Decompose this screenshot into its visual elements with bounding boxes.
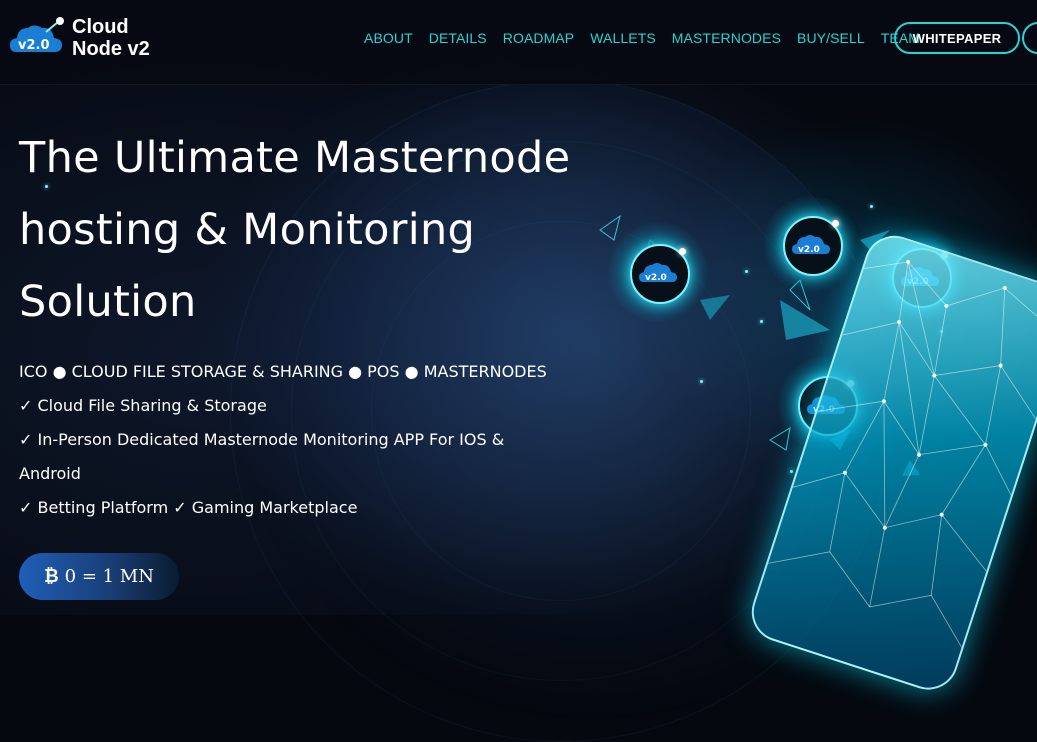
cloud-node-badge: v2.0 [608,222,708,322]
brand-line-1: Cloud [72,16,129,38]
svg-text:v2.0: v2.0 [798,245,820,255]
feature-item: ✓ Cloud File Sharing & Storage [19,396,267,415]
hero-title-line-3: Solution [19,277,197,327]
cloud-logo-icon[interactable]: v2.0 [8,14,68,62]
brand-line-2: Node v2 [72,38,150,60]
top-navbar: v2.0 Cloud Node v2 ABOUT DETAILS ROADMAP… [0,0,1037,85]
hero-title-line-1: The Ultimate Masternode [19,133,571,183]
whitepaper-button[interactable]: WHITEPAPER [894,22,1020,54]
brand-name[interactable]: Cloud Node v2 [72,16,150,60]
nav-wallets[interactable]: WALLETS [590,30,656,46]
hero-title: The Ultimate Masternode hosting & Monito… [19,122,579,338]
price-pill-button[interactable]: ₿ 0 = 1 MN [19,553,179,600]
nav-masternodes[interactable]: MASTERNODES [672,30,781,46]
sparkle-dot [760,320,763,323]
cloud-node-icon: v2.0 [639,263,677,283]
feature-item: ✓ In-Person Dedicated Masternode Monitor… [19,430,505,483]
feature-list: ICO ● CLOUD FILE STORAGE & SHARING ● POS… [19,355,559,525]
sparkle-dot [700,380,703,383]
cloud-node-badge: v2.0 [763,196,859,292]
secondary-nav-button[interactable] [1022,22,1037,54]
feature-item: ✓ Betting Platform ✓ Gaming Marketplace [19,498,358,517]
sparkle-dot [870,205,873,208]
nav-roadmap[interactable]: ROADMAP [503,30,575,46]
main-nav: ABOUT DETAILS ROADMAP WALLETS MASTERNODE… [364,30,936,46]
sparkle-dot [745,270,748,273]
price-pill-text: 0 = 1 MN [64,566,154,587]
hero-title-line-2: hosting & Monitoring [19,205,476,255]
sparkle-dot [45,185,48,188]
nav-details[interactable]: DETAILS [429,30,487,46]
nav-about[interactable]: ABOUT [364,30,413,46]
sparkle-dot [790,470,793,473]
feature-tagline: ICO ● CLOUD FILE STORAGE & SHARING ● POS… [19,362,547,381]
nav-buy-sell[interactable]: BUY/SELL [797,30,865,46]
bitcoin-icon: ₿ [43,566,59,587]
svg-text:v2.0: v2.0 [645,273,667,283]
svg-text:v2.0: v2.0 [18,38,50,53]
cloud-node-icon: v2.0 [792,235,830,255]
